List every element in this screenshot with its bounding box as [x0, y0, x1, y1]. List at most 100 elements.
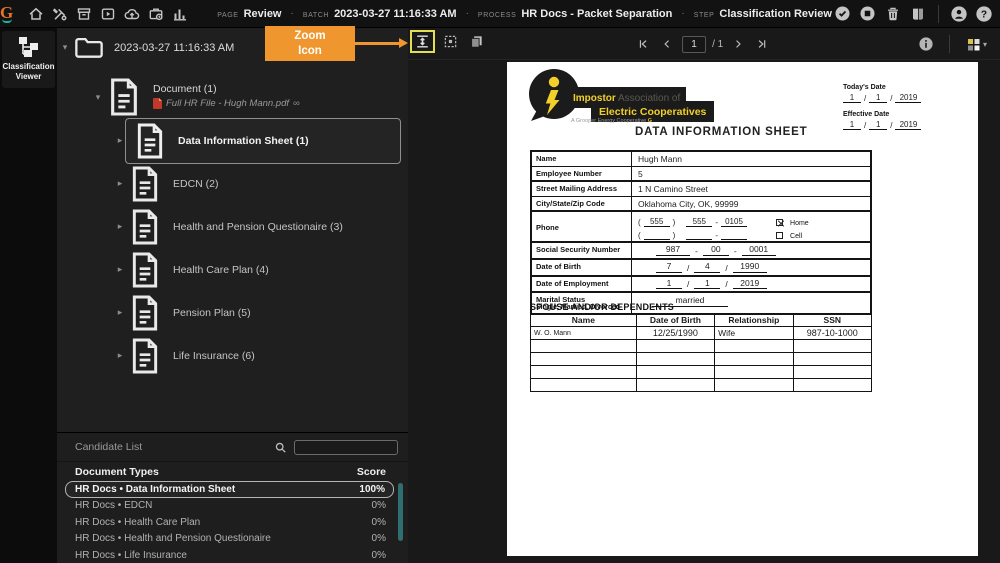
candidate-row[interactable]: HR Docs • Life Insurance 0%: [57, 547, 408, 563]
complete-badge-icon[interactable]: [832, 3, 854, 25]
document-icon: [132, 295, 158, 330]
candidate-row[interactable]: HR Docs • Data Information Sheet 100%: [65, 481, 394, 498]
cell-checkbox-label: Cell: [790, 233, 803, 240]
zoom-icon-callout: Zoom Icon: [265, 26, 355, 61]
archive-box-icon[interactable]: [73, 3, 95, 25]
grooper-logo-icon[interactable]: G: [0, 4, 13, 23]
delete-trash-icon[interactable]: [882, 3, 904, 25]
classification-tree-panel: ▾ 2023-03-27 11:16:33 AM ▾ Document (1): [57, 28, 408, 563]
dependent-name: [530, 339, 637, 353]
thumbnails-pages-icon[interactable]: [465, 31, 487, 53]
dependent-row: [530, 378, 873, 392]
col-name: Name: [530, 313, 637, 327]
page-number-input[interactable]: [682, 35, 707, 53]
cell-checkbox-unchecked: [776, 232, 784, 239]
caret-right-icon[interactable]: ▸: [115, 135, 125, 146]
slash: /: [890, 94, 893, 104]
crumb-separator: ·: [290, 8, 294, 19]
dependent-ssn: [792, 339, 873, 353]
dash: -: [715, 231, 719, 240]
tree-item-edcn[interactable]: ▸ EDCN (2): [115, 161, 401, 206]
info-icon[interactable]: [915, 33, 937, 55]
tree-item-health-care-plan[interactable]: ▸ Health Care Plan (4): [115, 247, 401, 292]
callout-arrow-icon: [355, 38, 408, 48]
bar-chart-icon[interactable]: [169, 3, 191, 25]
next-page-button[interactable]: [729, 35, 747, 53]
dependent-row: [530, 365, 873, 379]
logo-letter: G: [0, 3, 14, 22]
breadcrumb-process[interactable]: PROCESS HR Docs - Packet Separation: [478, 8, 672, 20]
tree-node-document[interactable]: ▾ Document (1) Full HR File - Hugh Mann.…: [93, 76, 300, 118]
candidate-row[interactable]: HR Docs • Health and Pension Questionair…: [57, 531, 408, 548]
field-value: Hugh Mann: [638, 154, 682, 164]
tab-classification-viewer[interactable]: Classification Viewer: [2, 31, 55, 88]
caret-down-icon[interactable]: ▾: [93, 92, 103, 103]
caret-right-icon[interactable]: ▸: [115, 307, 125, 318]
actual-size-icon[interactable]: [439, 31, 461, 53]
caret-right-icon[interactable]: ▸: [115, 350, 125, 361]
dependent-relationship: [714, 378, 794, 392]
tree-item-life-insurance[interactable]: ▸ Life Insurance (6): [115, 333, 401, 378]
dash: -: [715, 218, 719, 227]
paren: (: [638, 231, 641, 240]
viewer-toolbar-right: ▾: [915, 28, 992, 60]
todays-date-label: Today's Date: [843, 84, 886, 91]
book-pages-icon[interactable]: [907, 3, 929, 25]
caret-right-icon[interactable]: ▸: [115, 264, 125, 275]
divider: [937, 4, 939, 23]
breadcrumb-batch[interactable]: BATCH 2023-03-27 11:16:33 AM: [303, 8, 457, 20]
effective-date-value: 1 / 1 / 2019: [843, 120, 953, 131]
breadcrumb-page[interactable]: PAGE Review: [217, 8, 281, 20]
document-node-label: Document (1): [153, 83, 217, 95]
ssn-a: 987: [656, 244, 690, 256]
employee-form: Name Hugh Mann Employee Number 5 Street …: [530, 150, 872, 315]
phone-line-cell: ( ) - Cell: [638, 227, 870, 240]
tree-item-data-information-sheet[interactable]: ▸ Data Information Sheet (1): [115, 117, 401, 164]
tree-item-label: Life Insurance (6): [173, 349, 255, 362]
date-day: 1: [869, 120, 888, 131]
display-settings-icon[interactable]: ▾: [962, 33, 992, 55]
candidate-row[interactable]: HR Docs • EDCN 0%: [57, 498, 408, 515]
crumb-value: HR Docs - Packet Separation: [521, 7, 673, 20]
candidate-label: HR Docs • EDCN: [75, 500, 153, 512]
dob-day: 4: [694, 261, 721, 273]
user-account-icon[interactable]: [948, 3, 970, 25]
folder-icon: [75, 37, 103, 58]
last-page-button[interactable]: [753, 35, 771, 53]
document-page: Impostor Association of Electric Coopera…: [507, 62, 978, 556]
date-day: 1: [869, 93, 888, 104]
first-page-button[interactable]: [634, 35, 652, 53]
candidate-scrollbar[interactable]: [398, 483, 403, 541]
tree-item-pension-plan[interactable]: ▸ Pension Plan (5): [115, 290, 401, 335]
briefcase-clock-icon[interactable]: [145, 3, 167, 25]
slash: /: [725, 262, 728, 273]
candidate-list-title: Candidate List: [75, 441, 143, 453]
logo-tagline: A Grooper Energy Cooperative G: [571, 118, 652, 124]
candidate-row[interactable]: HR Docs • Health Care Plan 0%: [57, 514, 408, 531]
tree-item-health-and-pension-questionaire[interactable]: ▸ Health and Pension Questionaire (3): [115, 204, 401, 249]
field-value: 5: [638, 169, 643, 179]
dob-year: 1990: [732, 261, 767, 273]
dependents-table: Name Date of Birth Relationship SSN W. O…: [530, 313, 873, 392]
tools-icon[interactable]: [49, 3, 71, 25]
home-checkbox-checked: [776, 219, 784, 226]
document-icon: [132, 252, 158, 287]
caret-right-icon[interactable]: ▸: [115, 221, 125, 232]
dependent-row: [530, 339, 873, 353]
previous-page-button[interactable]: [658, 35, 676, 53]
caret-right-icon[interactable]: ▸: [115, 178, 125, 189]
caret-down-icon[interactable]: ▾: [60, 42, 70, 53]
candidate-search-input[interactable]: [294, 439, 398, 455]
form-row-doe: Date of Employment 1 / 1 / 2019: [532, 276, 870, 292]
breadcrumb-step[interactable]: STEP Classification Review: [694, 8, 832, 20]
help-icon[interactable]: ?: [973, 3, 995, 25]
tree-root-batch[interactable]: ▾ 2023-03-27 11:16:33 AM: [57, 36, 234, 59]
media-play-icon[interactable]: [97, 3, 119, 25]
zoom-fit-highlight-box[interactable]: [410, 30, 435, 53]
cloud-upload-icon[interactable]: [121, 3, 143, 25]
dependent-ssn: [792, 365, 873, 379]
form-group-ssn: Social Security Number 987 - 00 - 0001: [530, 241, 872, 260]
home-icon[interactable]: [25, 3, 47, 25]
dependent-row: [530, 352, 873, 366]
stop-icon[interactable]: [857, 3, 879, 25]
